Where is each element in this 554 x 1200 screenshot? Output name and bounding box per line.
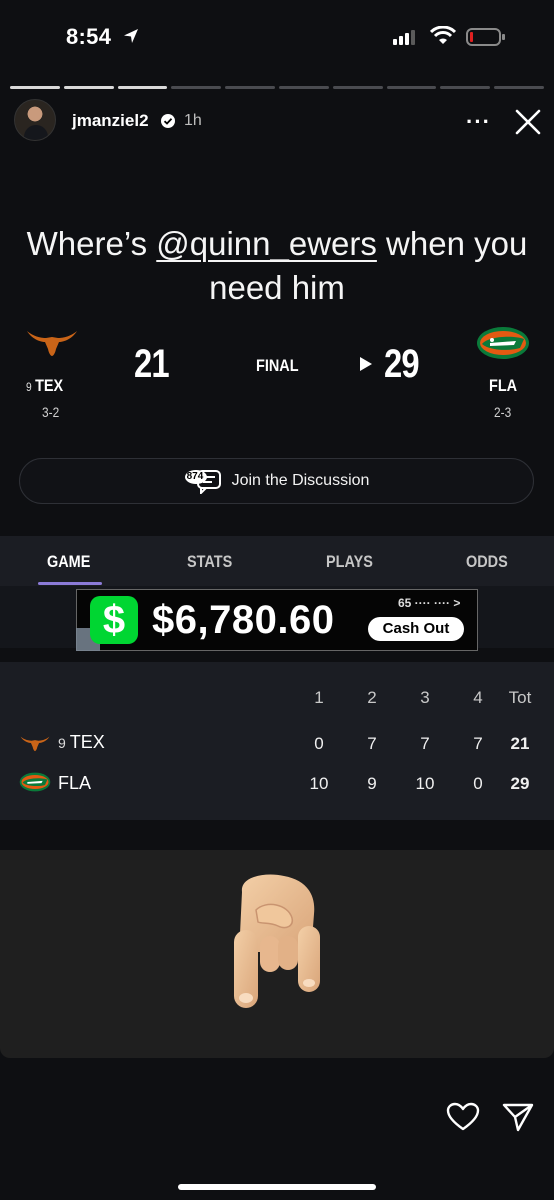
story-progress-segment (171, 86, 222, 89)
period-score: 7 (367, 734, 377, 753)
texas-longhorn-logo-icon (20, 736, 50, 752)
period-header: 4 (473, 688, 483, 707)
period-header: 3 (420, 688, 430, 707)
active-tab-indicator (38, 582, 102, 585)
wifi-icon (430, 26, 456, 44)
total-score: 29 (510, 774, 530, 793)
game-status: FINAL (256, 356, 299, 375)
verified-badge-icon (161, 114, 175, 128)
period-header: 1 (314, 688, 324, 707)
status-bar: 8:54 (0, 0, 554, 72)
florida-gator-logo-icon (477, 327, 529, 359)
story-progress-segment (117, 86, 168, 89)
total-header: Tot (508, 688, 532, 707)
like-heart-icon[interactable] (446, 1102, 480, 1132)
ad-amount: $6,780.60 (152, 598, 335, 642)
period-score: 10 (309, 774, 329, 793)
team-rank: 9 (58, 735, 66, 751)
story-progress-bar (10, 86, 544, 89)
home-score: 29 (384, 342, 420, 386)
away-record: 3-2 (42, 404, 60, 420)
ad-card-digits: 65 ···· ···· > (398, 596, 461, 610)
avatar[interactable] (14, 99, 56, 141)
away-team-name: 9 TEX (26, 376, 63, 396)
story-progress-segment (10, 86, 60, 89)
away-team-abbr: TEX (35, 376, 64, 395)
chat-bubble-icon: 874 (184, 468, 222, 496)
table-row-team: 9 TEX (58, 732, 105, 753)
tab-stats[interactable]: STATS (187, 552, 232, 572)
more-options-icon[interactable]: ··· (466, 109, 491, 135)
away-score: 21 (134, 342, 170, 386)
box-score-table: 1 2 3 4 Tot 9 TEX 0 7 7 7 21 FLA 10 9 10 … (0, 662, 554, 820)
period-score: 7 (420, 734, 430, 753)
period-header: 2 (367, 688, 377, 707)
story-progress-segment (278, 86, 329, 89)
sign-of-the-horns-hand-icon (234, 874, 320, 1008)
caption-mention-link[interactable]: @quinn_ewers (156, 225, 377, 262)
battery-icon (466, 28, 505, 46)
close-icon[interactable] (514, 108, 542, 136)
period-score: 7 (473, 734, 483, 753)
caption-text: Where’s (26, 225, 157, 262)
home-indicator[interactable] (178, 1184, 376, 1190)
story-timestamp: 1h (184, 112, 202, 129)
location-arrow-icon (124, 29, 138, 43)
story-progress-segment (440, 86, 491, 89)
total-score: 21 (510, 734, 530, 753)
send-message-icon[interactable] (502, 1102, 534, 1132)
reaction-sticker-card (0, 850, 554, 1058)
join-discussion-button[interactable]: 874 Join the Discussion (19, 458, 534, 504)
story-caption: Where’s @quinn_ewers when you need him (20, 222, 534, 310)
home-team-abbr: FLA (489, 376, 518, 395)
discussion-label: Join the Discussion (231, 472, 370, 489)
tab-plays[interactable]: PLAYS (326, 552, 373, 572)
status-time: 8:54 (66, 24, 112, 49)
story-progress-segment (332, 86, 383, 89)
cash-app-icon: $ (90, 596, 138, 644)
period-score: 10 (415, 774, 435, 793)
team-abbr: FLA (58, 773, 92, 793)
tab-odds[interactable]: ODDS (466, 552, 508, 572)
story-progress-segment (225, 86, 275, 89)
story-progress-segment (386, 86, 437, 89)
period-score: 9 (367, 774, 377, 793)
florida-gator-logo-icon (19, 772, 51, 792)
home-record: 2-3 (494, 404, 512, 420)
texas-longhorn-logo-icon (27, 331, 77, 356)
game-tabs: GAME STATS PLAYS ODDS (0, 536, 554, 586)
period-score: 0 (314, 734, 324, 753)
story-progress-segment (63, 86, 114, 89)
cash-out-button[interactable]: Cash Out (368, 617, 464, 641)
period-score: 0 (473, 774, 483, 793)
discussion-count: 874 (186, 471, 204, 482)
tab-game[interactable]: GAME (47, 552, 90, 572)
story-progress-segment (494, 86, 544, 89)
winner-arrow-icon (360, 357, 372, 371)
cellular-signal-icon (393, 30, 415, 45)
story-username[interactable]: jmanziel2 (72, 111, 149, 131)
team-abbr: TEX (69, 732, 105, 752)
away-rank: 9 (26, 380, 32, 394)
